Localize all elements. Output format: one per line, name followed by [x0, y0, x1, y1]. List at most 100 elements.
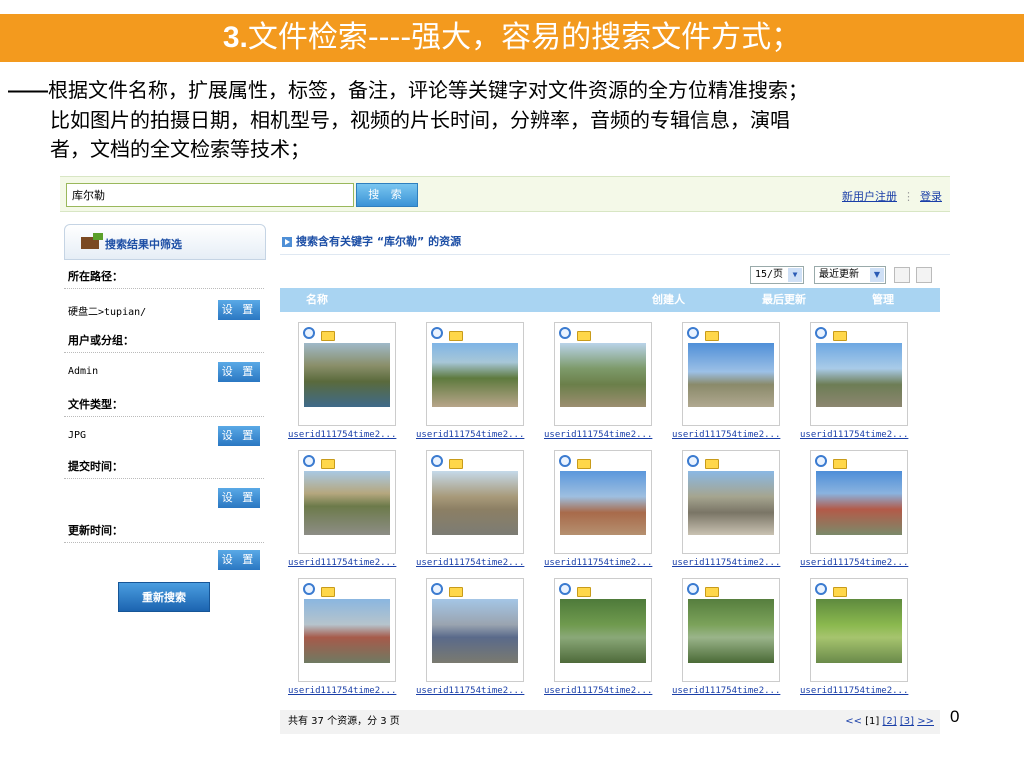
magnifier-icon[interactable]	[303, 455, 315, 467]
result-caption[interactable]: userid111754time2...	[672, 558, 794, 568]
per-page-select[interactable]: 15/页 ▼	[750, 266, 804, 284]
magnifier-icon[interactable]	[303, 327, 315, 339]
result-tile[interactable]: userid111754time2...	[672, 450, 794, 574]
photo-thumbnail[interactable]	[816, 471, 902, 535]
folder-icon[interactable]	[833, 587, 847, 597]
photo-thumbnail[interactable]	[432, 599, 518, 663]
result-caption[interactable]: userid111754time2...	[416, 430, 538, 440]
folder-icon[interactable]	[705, 459, 719, 469]
result-tile[interactable]: userid111754time2...	[544, 578, 666, 702]
photo-thumbnail[interactable]	[304, 599, 390, 663]
magnifier-icon[interactable]	[687, 583, 699, 595]
search-input[interactable]	[66, 183, 354, 207]
photo-thumbnail[interactable]	[560, 599, 646, 663]
research-button[interactable]: 重新搜索	[118, 582, 210, 612]
sort-select[interactable]: 最近更新 ▼	[814, 266, 886, 284]
folder-icon[interactable]	[449, 587, 463, 597]
photo-thumbnail[interactable]	[688, 343, 774, 407]
result-caption[interactable]: userid111754time2...	[288, 558, 410, 568]
pager-page-3[interactable]: [3]	[900, 716, 914, 727]
folder-icon[interactable]	[833, 459, 847, 469]
magnifier-icon[interactable]	[431, 583, 443, 595]
register-link[interactable]: 新用户注册	[842, 190, 897, 203]
magnifier-icon[interactable]	[687, 327, 699, 339]
pager-next[interactable]: >>	[917, 716, 934, 727]
magnifier-icon[interactable]	[815, 583, 827, 595]
photo-thumbnail[interactable]	[816, 599, 902, 663]
result-caption[interactable]: userid111754time2...	[416, 686, 538, 696]
result-tile[interactable]: userid111754time2...	[544, 322, 666, 446]
set-user-button[interactable]: 设 置	[218, 362, 260, 382]
result-tile[interactable]: userid111754time2...	[416, 578, 538, 702]
magnifier-icon[interactable]	[559, 583, 571, 595]
photo-thumbnail[interactable]	[432, 343, 518, 407]
photo-thumbnail[interactable]	[688, 599, 774, 663]
result-tile[interactable]: userid111754time2...	[672, 322, 794, 446]
list-view-icon[interactable]	[916, 267, 932, 283]
folder-icon[interactable]	[577, 587, 591, 597]
result-caption[interactable]: userid111754time2...	[800, 686, 922, 696]
folder-icon[interactable]	[321, 331, 335, 341]
magnifier-icon[interactable]	[303, 583, 315, 595]
thumbnail-frame	[682, 450, 780, 554]
result-tile[interactable]: userid111754time2...	[416, 450, 538, 574]
folder-icon[interactable]	[321, 459, 335, 469]
magnifier-icon[interactable]	[687, 455, 699, 467]
set-type-button[interactable]: 设 置	[218, 426, 260, 446]
path-value: 硬盘二>tupian/	[68, 307, 147, 318]
result-tile[interactable]: userid111754time2...	[672, 578, 794, 702]
result-tile[interactable]: userid111754time2...	[288, 578, 410, 702]
result-tile[interactable]: userid111754time2...	[544, 450, 666, 574]
magnifier-icon[interactable]	[559, 455, 571, 467]
result-caption[interactable]: userid111754time2...	[288, 430, 410, 440]
magnifier-icon[interactable]	[431, 327, 443, 339]
update-time-label: 更新时间：	[68, 524, 123, 537]
photo-thumbnail[interactable]	[304, 343, 390, 407]
result-caption[interactable]: userid111754time2...	[544, 686, 666, 696]
result-tile[interactable]: userid111754time2...	[800, 322, 922, 446]
pager-current: [1]	[865, 716, 880, 727]
set-path-button[interactable]: 设 置	[218, 300, 260, 320]
photo-thumbnail[interactable]	[560, 471, 646, 535]
result-caption[interactable]: userid111754time2...	[800, 430, 922, 440]
magnifier-icon[interactable]	[559, 327, 571, 339]
magnifier-icon[interactable]	[431, 455, 443, 467]
magnifier-icon[interactable]	[815, 455, 827, 467]
photo-thumbnail[interactable]	[560, 343, 646, 407]
divider	[64, 542, 264, 543]
photo-thumbnail[interactable]	[432, 471, 518, 535]
result-tile[interactable]: userid111754time2...	[416, 322, 538, 446]
folder-icon[interactable]	[705, 587, 719, 597]
result-tile[interactable]: userid111754time2...	[800, 450, 922, 574]
pager-page-2[interactable]: [2]	[883, 716, 897, 727]
photo-thumbnail[interactable]	[304, 471, 390, 535]
result-caption[interactable]: userid111754time2...	[672, 430, 794, 440]
result-caption[interactable]: userid111754time2...	[544, 430, 666, 440]
thumbnail-frame	[554, 578, 652, 682]
pager-prev[interactable]: <<	[845, 716, 862, 727]
photo-thumbnail[interactable]	[688, 471, 774, 535]
folder-icon[interactable]	[577, 459, 591, 469]
result-caption[interactable]: userid111754time2...	[800, 558, 922, 568]
result-caption[interactable]: userid111754time2...	[416, 558, 538, 568]
search-button[interactable]: 搜 索	[356, 183, 418, 207]
folder-icon[interactable]	[321, 587, 335, 597]
folder-icon[interactable]	[577, 331, 591, 341]
result-caption[interactable]: userid111754time2...	[288, 686, 410, 696]
folder-icon[interactable]	[449, 459, 463, 469]
thumbnail-frame	[682, 578, 780, 682]
folder-icon[interactable]	[833, 331, 847, 341]
folder-icon[interactable]	[705, 331, 719, 341]
result-tile[interactable]: userid111754time2...	[288, 450, 410, 574]
result-tile[interactable]: userid111754time2...	[800, 578, 922, 702]
photo-thumbnail[interactable]	[816, 343, 902, 407]
login-link[interactable]: 登录	[920, 190, 942, 203]
set-submit-time-button[interactable]: 设 置	[218, 488, 260, 508]
result-caption[interactable]: userid111754time2...	[544, 558, 666, 568]
folder-icon[interactable]	[449, 331, 463, 341]
result-tile[interactable]: userid111754time2...	[288, 322, 410, 446]
grid-view-icon[interactable]	[894, 267, 910, 283]
result-caption[interactable]: userid111754time2...	[672, 686, 794, 696]
set-update-time-button[interactable]: 设 置	[218, 550, 260, 570]
magnifier-icon[interactable]	[815, 327, 827, 339]
